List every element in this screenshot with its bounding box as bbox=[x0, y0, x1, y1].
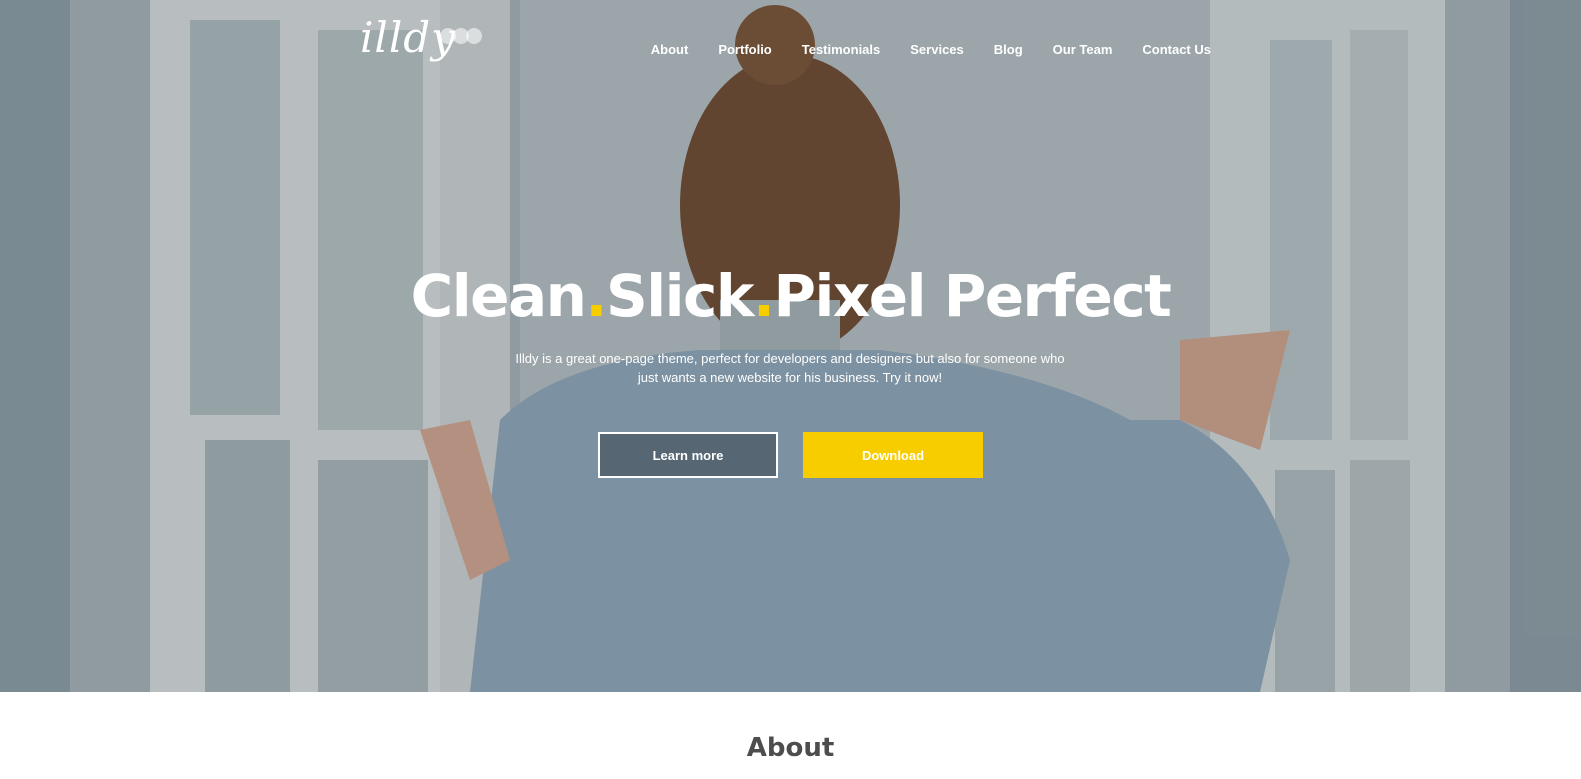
hero-subtitle: Illdy is a great one-page theme, perfect… bbox=[515, 351, 1065, 385]
nav-item-portfolio[interactable]: Portfolio bbox=[718, 42, 771, 57]
learn-more-button[interactable]: Learn more bbox=[598, 432, 778, 478]
main-navigation: About Portfolio Testimonials Services Bl… bbox=[651, 42, 1211, 57]
nav-item-blog[interactable]: Blog bbox=[994, 42, 1023, 57]
hero-section: illdy About Portfolio Testimonials Servi… bbox=[0, 0, 1581, 692]
hero-overlay bbox=[0, 0, 1581, 692]
nav-item-services[interactable]: Services bbox=[910, 42, 964, 57]
nav-item-our-team[interactable]: Our Team bbox=[1053, 42, 1113, 57]
nav-item-about[interactable]: About bbox=[651, 42, 689, 57]
download-button[interactable]: Download bbox=[803, 432, 983, 478]
nav-item-testimonials[interactable]: Testimonials bbox=[802, 42, 881, 57]
headline-word-slick: Slick bbox=[605, 262, 755, 330]
about-section-title: About bbox=[746, 733, 835, 763]
illdy-logo[interactable]: illdy bbox=[360, 8, 482, 74]
headline-dot: . bbox=[585, 262, 607, 330]
headline-word-pixel-perfect: Pixel Perfect bbox=[773, 262, 1171, 330]
logo-dots-icon bbox=[440, 28, 482, 44]
headline-word-clean: Clean bbox=[410, 262, 587, 330]
hero-headline: Clean.Slick.Pixel Perfect bbox=[0, 258, 1581, 334]
nav-item-contact-us[interactable]: Contact Us bbox=[1142, 42, 1211, 57]
headline-dot: . bbox=[752, 262, 775, 330]
